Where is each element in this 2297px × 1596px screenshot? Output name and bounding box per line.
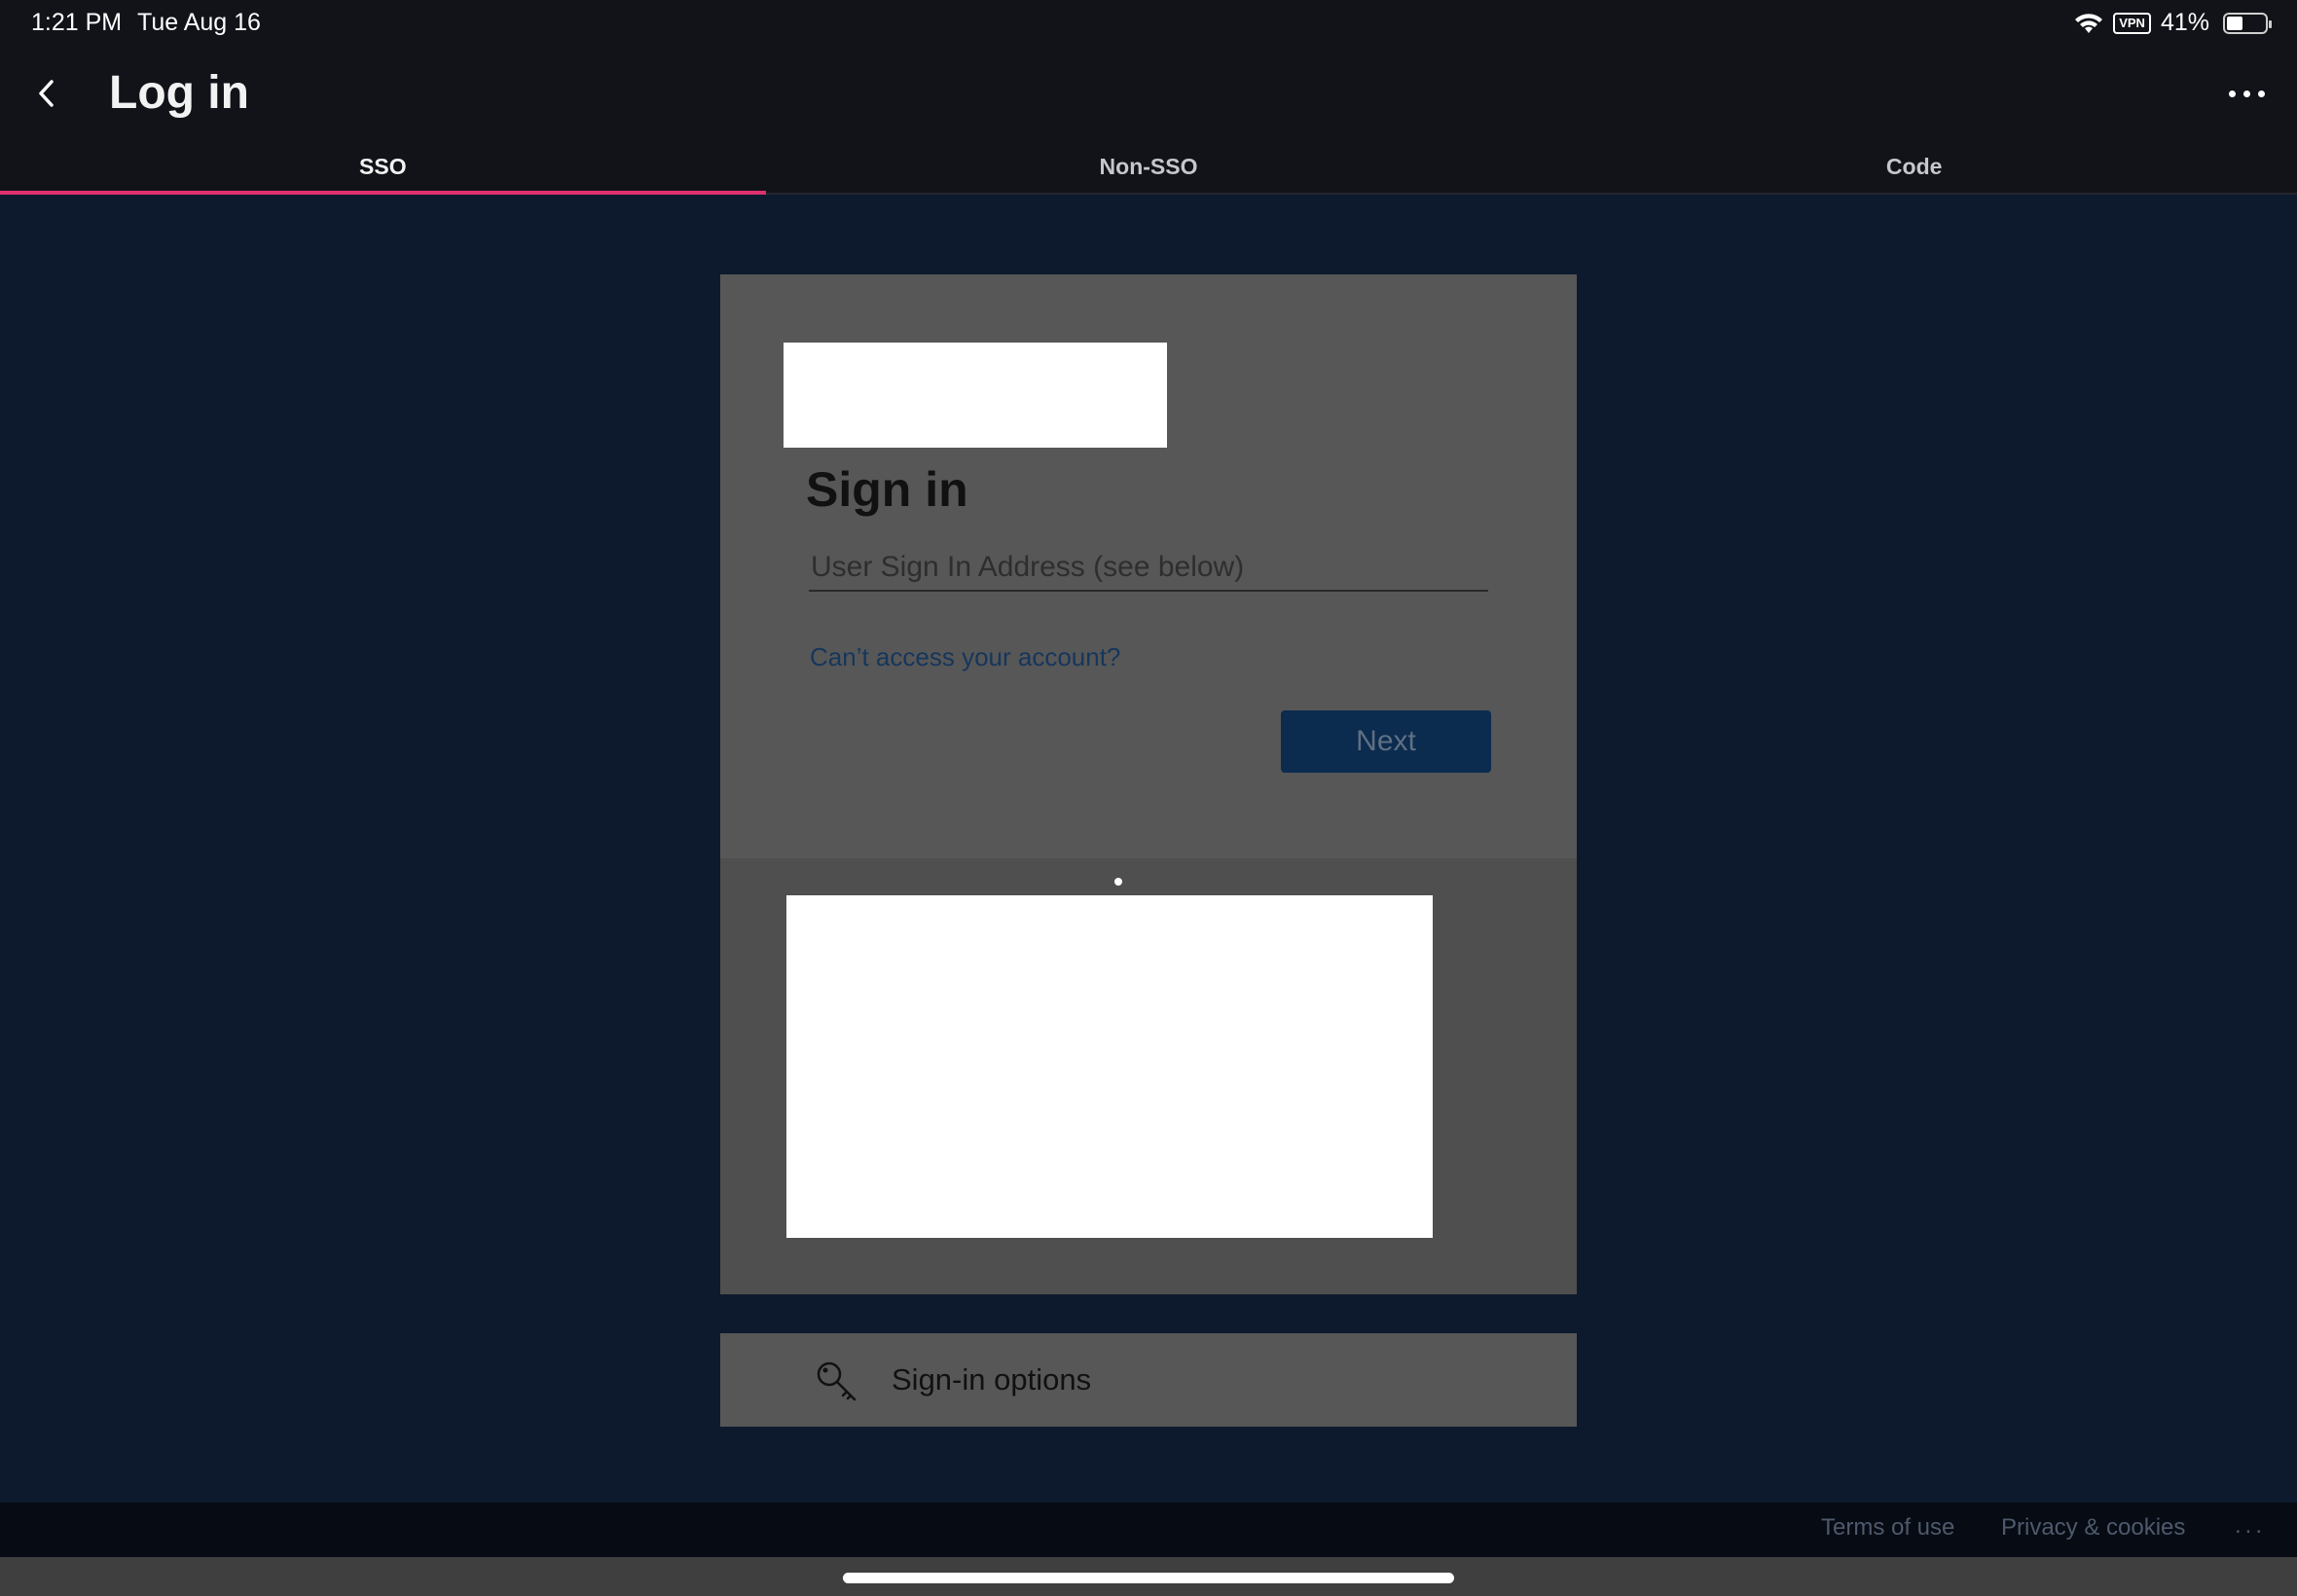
terms-of-use-link[interactable]: Terms of use [1821,1514,1954,1542]
more-dot-icon [2242,90,2250,97]
signin-title: Sign in [806,462,968,517]
signin-card: Sign in Can’t access your account? Next [720,274,1577,1294]
battery-icon [2223,12,2272,34]
more-dot-icon [2228,90,2236,97]
tab-code[interactable]: Code [1531,142,2297,193]
signin-options-button[interactable]: Sign-in options [720,1333,1577,1427]
chevron-left-icon [39,80,54,107]
footer-more-button[interactable]: ... [2235,1512,2266,1540]
footer: Terms of use Privacy & cookies ... [0,1503,2297,1557]
tab-non-sso[interactable]: Non-SSO [766,142,1532,193]
page-indicator-dot [1114,878,1122,886]
back-button[interactable] [27,70,66,117]
next-button[interactable]: Next [1281,710,1491,773]
email-input[interactable] [809,545,1488,592]
more-dot-icon [2257,90,2265,97]
app-header: Log in SSO Non-SSO Code [0,47,2297,195]
key-icon [817,1361,857,1401]
status-time: 1:21 PM [31,9,123,36]
login-tabs: SSO Non-SSO Code [0,142,2297,195]
privacy-cookies-link[interactable]: Privacy & cookies [2001,1514,2185,1542]
home-indicator[interactable] [843,1573,1454,1583]
status-bar: 1:21 PM Tue Aug 16 VPN 41% [0,0,2297,47]
redacted-content-block [786,895,1433,1238]
signin-options-label: Sign-in options [892,1362,1092,1396]
battery-percent: 41% [2160,9,2209,36]
status-date: Tue Aug 16 [137,9,261,36]
status-indicators: VPN 41% [2074,9,2272,37]
wifi-icon [2075,13,2103,33]
page-title: Log in [109,67,249,119]
cant-access-account-link[interactable]: Can’t access your account? [810,642,1120,672]
vpn-badge: VPN [2113,12,2151,34]
organization-logo-redacted [784,343,1167,448]
more-options-button[interactable] [2219,74,2274,113]
tab-sso[interactable]: SSO [0,142,766,195]
home-bar-area [0,1557,2297,1596]
